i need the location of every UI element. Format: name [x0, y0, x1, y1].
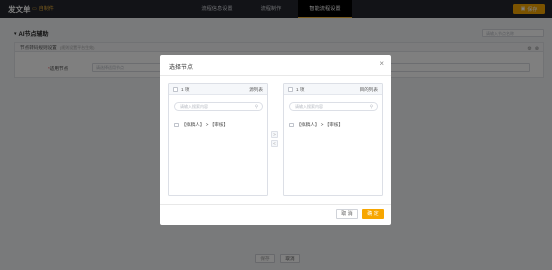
search-icon: ⚲	[369, 104, 373, 109]
target-count: 1 项	[296, 87, 305, 92]
source-item-checkbox[interactable]	[174, 122, 179, 128]
source-list-item[interactable]: 【拟稿人】 > 【审核】	[174, 122, 228, 128]
source-count: 1 项	[181, 87, 190, 92]
target-panel-header: 1 项 目的列表	[284, 84, 382, 95]
dialog-ok-button[interactable]: 确 定	[362, 209, 384, 219]
source-item-label: 【拟稿人】 > 【审核】	[181, 122, 229, 127]
target-item-checkbox[interactable]	[289, 122, 294, 128]
source-panel-title: 源列表	[249, 87, 263, 92]
move-left-button[interactable]: <	[271, 140, 278, 147]
target-search-placeholder: 请输入搜索内容	[295, 104, 323, 109]
target-panel: 1 项 目的列表 请输入搜索内容 ⚲ 【拟稿人】 > 【审核】	[283, 83, 383, 196]
source-select-all-checkbox[interactable]	[173, 87, 178, 92]
transfer-buttons: > <	[271, 131, 278, 147]
source-search-placeholder: 请输入搜索内容	[180, 104, 208, 109]
move-right-button[interactable]: >	[271, 131, 278, 138]
search-icon: ⚲	[254, 104, 258, 109]
target-search-input[interactable]: 请输入搜索内容 ⚲	[289, 102, 378, 111]
target-panel-title: 目的列表	[359, 87, 378, 92]
target-select-all-checkbox[interactable]	[288, 87, 293, 92]
source-search-input[interactable]: 请输入搜索内容 ⚲	[174, 102, 263, 111]
dialog-divider	[160, 75, 391, 76]
dialog-title: 选择节点	[169, 65, 194, 71]
source-panel-header: 1 项 源列表	[169, 84, 267, 95]
select-node-dialog: 选择节点 × 1 项 源列表 请输入搜索内容 ⚲ 【拟稿人】 > 【审核】 > …	[160, 55, 391, 225]
target-item-label: 【拟稿人】 > 【审核】	[296, 122, 344, 127]
dialog-cancel-button[interactable]: 取 消	[336, 209, 358, 219]
close-icon[interactable]: ×	[379, 60, 384, 68]
target-list-item[interactable]: 【拟稿人】 > 【审核】	[289, 122, 343, 128]
dialog-footer-divider	[160, 204, 391, 205]
source-panel: 1 项 源列表 请输入搜索内容 ⚲ 【拟稿人】 > 【审核】	[168, 83, 268, 196]
